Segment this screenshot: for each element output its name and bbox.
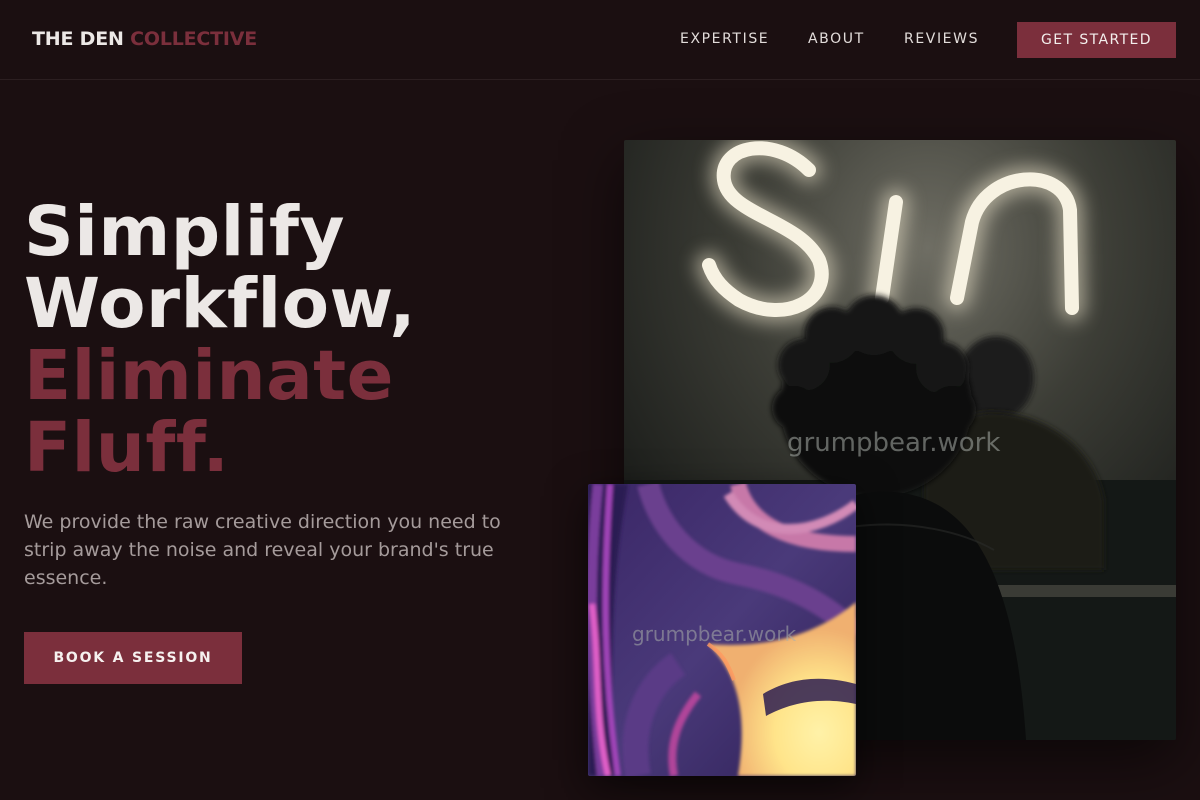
book-session-button[interactable]: BOOK A SESSION	[24, 632, 242, 684]
headline-line-2: Workflow,	[24, 264, 417, 344]
abstract-art-image	[588, 484, 856, 776]
nav-about[interactable]: ABOUT	[808, 31, 865, 47]
nav-expertise[interactable]: EXPERTISE	[680, 31, 769, 47]
brand-logo[interactable]: THE DEN COLLECTIVE	[32, 28, 257, 50]
abstract-art-illustration	[588, 484, 856, 776]
headline-line-4: Fluff.	[24, 408, 230, 488]
hero-headline: Simplify Workflow, Eliminate Fluff.	[24, 196, 584, 484]
nav-reviews[interactable]: REVIEWS	[904, 31, 979, 47]
brand-name-accent: COLLECTIVE	[130, 28, 258, 50]
headline-line-3: Eliminate	[24, 336, 394, 416]
headline-line-1: Simplify	[24, 192, 345, 272]
site-header: THE DEN COLLECTIVE EXPERTISE ABOUT REVIE…	[0, 0, 1200, 80]
hero-tagline: We provide the raw creative direction yo…	[24, 511, 501, 589]
brand-name-primary: THE DEN	[32, 28, 124, 50]
get-started-button[interactable]: GET STARTED	[1017, 22, 1176, 58]
